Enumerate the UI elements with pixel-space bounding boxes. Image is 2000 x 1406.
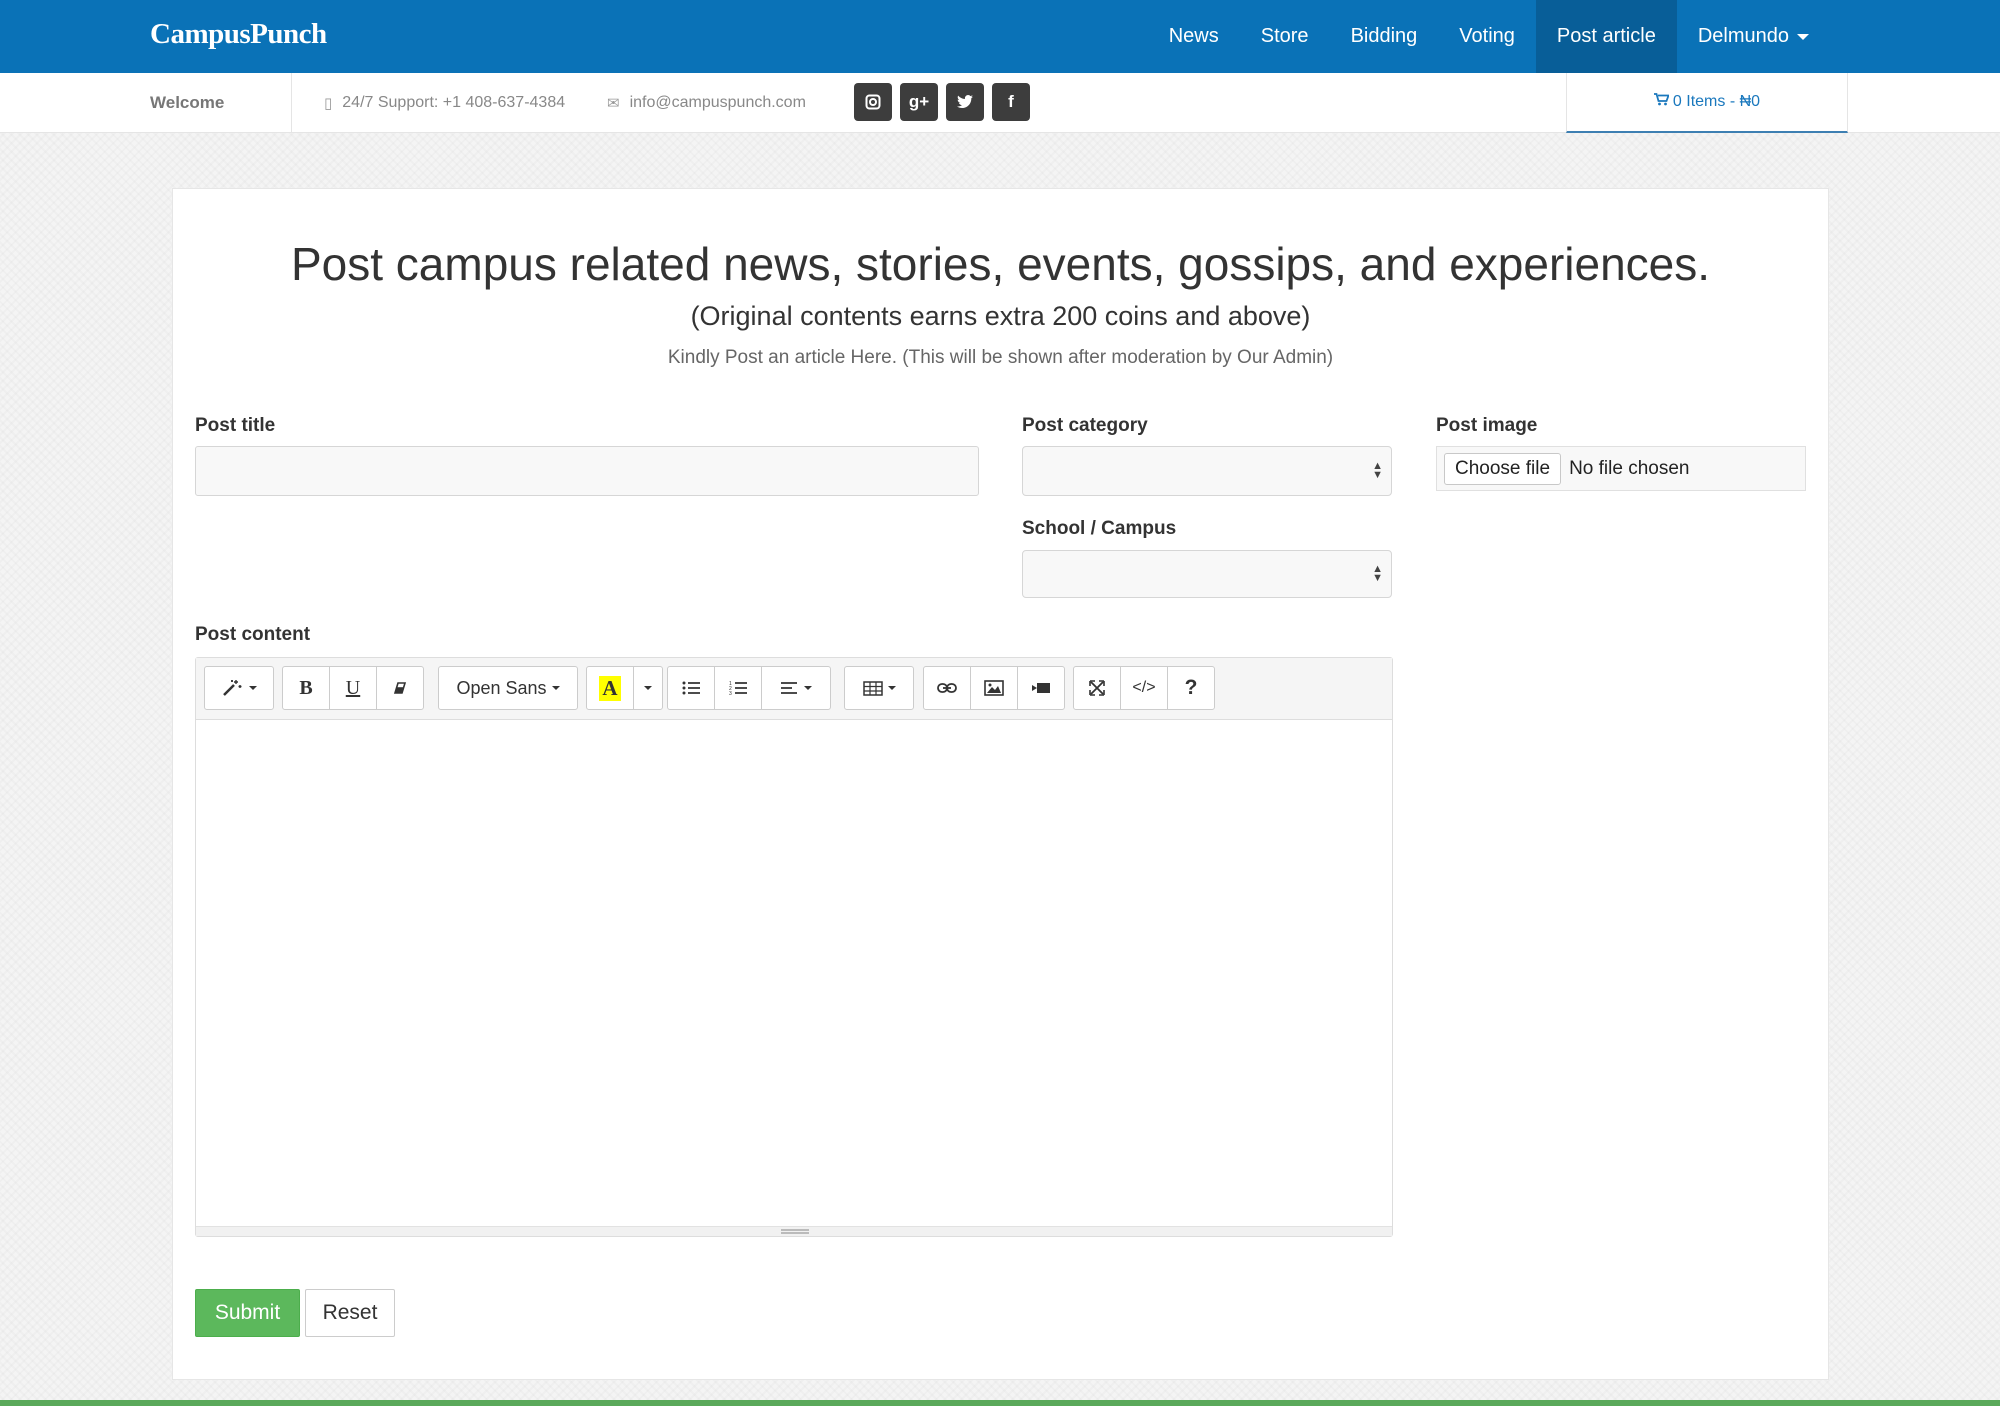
page-subtitle: (Original contents earns extra 200 coins… (690, 301, 1311, 331)
table-icon[interactable] (844, 666, 914, 710)
nav-item-post-article[interactable]: Post article (1535, 0, 1677, 73)
post-category-select[interactable]: ▲ ▼ (1022, 446, 1392, 496)
facebook-icon[interactable]: f (992, 83, 1030, 121)
post-content-label: Post content (195, 624, 311, 645)
nav-item-news[interactable]: News (1148, 0, 1240, 73)
code-view-icon[interactable]: </> (1120, 666, 1168, 710)
page-title: Post campus related news, stories, event… (290, 238, 1711, 290)
email-text[interactable]: info@campuspunch.com (630, 94, 806, 112)
user-name: Delmundo (1697, 25, 1789, 47)
rich-text-editor: B U Open Sans A 1 2 3 </> ? (195, 657, 1393, 1237)
post-article-card: Post campus related news, stories, event… (172, 188, 1829, 1380)
nav-item-bidding[interactable]: Bidding (1330, 0, 1439, 73)
cart-text: 0 Items - ₦0 (1672, 93, 1761, 110)
phone-icon: ▯ (324, 95, 333, 112)
video-icon[interactable] (1017, 666, 1065, 710)
info-bar: Welcome ▯ 24/7 Support: +1 408-637-4384 … (0, 73, 2000, 133)
social-links: g+ f (854, 83, 1030, 121)
moderation-note: Kindly Post an article Here. (This will … (667, 347, 1334, 368)
insert-group (923, 666, 1065, 710)
style-group (204, 666, 274, 710)
bold-icon[interactable]: B (282, 666, 330, 710)
chevron-down-icon (248, 686, 257, 690)
post-image-file-input[interactable]: Choose file No file chosen (1436, 446, 1806, 491)
support-info: ▯ 24/7 Support: +1 408-637-4384 (324, 73, 565, 133)
post-category-label: Post category (1022, 415, 1148, 436)
fullscreen-icon[interactable] (1073, 666, 1121, 710)
chevron-down-icon (887, 686, 896, 690)
cart-icon (1653, 93, 1670, 111)
twitter-icon[interactable] (946, 83, 984, 121)
image-icon[interactable] (970, 666, 1018, 710)
footer-stripe (0, 1400, 2000, 1406)
choose-file-button[interactable]: Choose file (1444, 452, 1562, 485)
table-group (844, 666, 914, 710)
top-navbar: CampusPunch News Store Bidding Voting Po… (0, 0, 2000, 73)
font-style-group: B U (282, 666, 424, 710)
chevron-down-icon (803, 686, 812, 690)
text-color-icon[interactable]: A (586, 666, 634, 710)
post-image-label: Post image (1436, 415, 1538, 436)
editor-content-area[interactable] (196, 720, 1392, 1228)
color-dropdown-icon[interactable] (633, 666, 663, 710)
nav-menu: News Store Bidding Voting Post article D… (1148, 0, 1830, 73)
submit-button[interactable]: Submit (195, 1289, 300, 1337)
color-group: A (586, 666, 663, 710)
chevron-down-icon (644, 686, 652, 690)
google-plus-icon[interactable]: g+ (900, 83, 938, 121)
envelope-icon: ✉ (607, 95, 620, 112)
font-family-value: Open Sans (456, 677, 547, 698)
user-menu[interactable]: Delmundo (1677, 0, 1830, 73)
font-family-dropdown[interactable]: Open Sans (438, 666, 578, 710)
nav-item-store[interactable]: Store (1240, 0, 1330, 73)
link-icon[interactable] (923, 666, 971, 710)
editor-toolbar: B U Open Sans A 1 2 3 </> ? (196, 658, 1392, 720)
magic-icon[interactable] (204, 666, 274, 710)
align-icon[interactable] (761, 666, 831, 710)
post-title-label: Post title (195, 415, 276, 436)
welcome-text: Welcome (150, 73, 292, 133)
select-arrows-icon: ▲ ▼ (1372, 563, 1383, 584)
select-arrows-icon: ▲ ▼ (1372, 460, 1383, 481)
instagram-icon[interactable] (854, 83, 892, 121)
post-title-input[interactable] (195, 446, 979, 496)
eraser-icon[interactable] (376, 666, 424, 710)
resize-grip-icon (781, 1229, 809, 1234)
cart-summary[interactable]: 0 Items - ₦0 (1566, 73, 1848, 133)
underline-icon[interactable]: U (329, 666, 377, 710)
support-text: 24/7 Support: +1 408-637-4384 (342, 94, 566, 111)
svg-text:3: 3 (729, 691, 732, 695)
paragraph-group: 123 (667, 666, 831, 710)
chevron-down-icon (1797, 33, 1809, 40)
misc-group: </> ? (1073, 666, 1215, 710)
nav-item-voting[interactable]: Voting (1438, 0, 1536, 73)
highlight-a-icon: A (599, 675, 621, 701)
ordered-list-icon[interactable]: 123 (714, 666, 762, 710)
font-family-group: Open Sans (438, 666, 578, 710)
email-info: ✉ info@campuspunch.com (607, 73, 806, 133)
editor-resize-bar[interactable] (196, 1226, 1392, 1236)
chevron-down-icon (551, 686, 560, 690)
file-status-text: No file chosen (1569, 457, 1690, 479)
brand-logo[interactable]: CampusPunch (150, 18, 327, 51)
reset-button[interactable]: Reset (305, 1289, 395, 1337)
help-icon[interactable]: ? (1167, 666, 1215, 710)
unordered-list-icon[interactable] (667, 666, 715, 710)
school-campus-select[interactable]: ▲ ▼ (1022, 550, 1392, 598)
school-campus-label: School / Campus (1022, 518, 1177, 539)
